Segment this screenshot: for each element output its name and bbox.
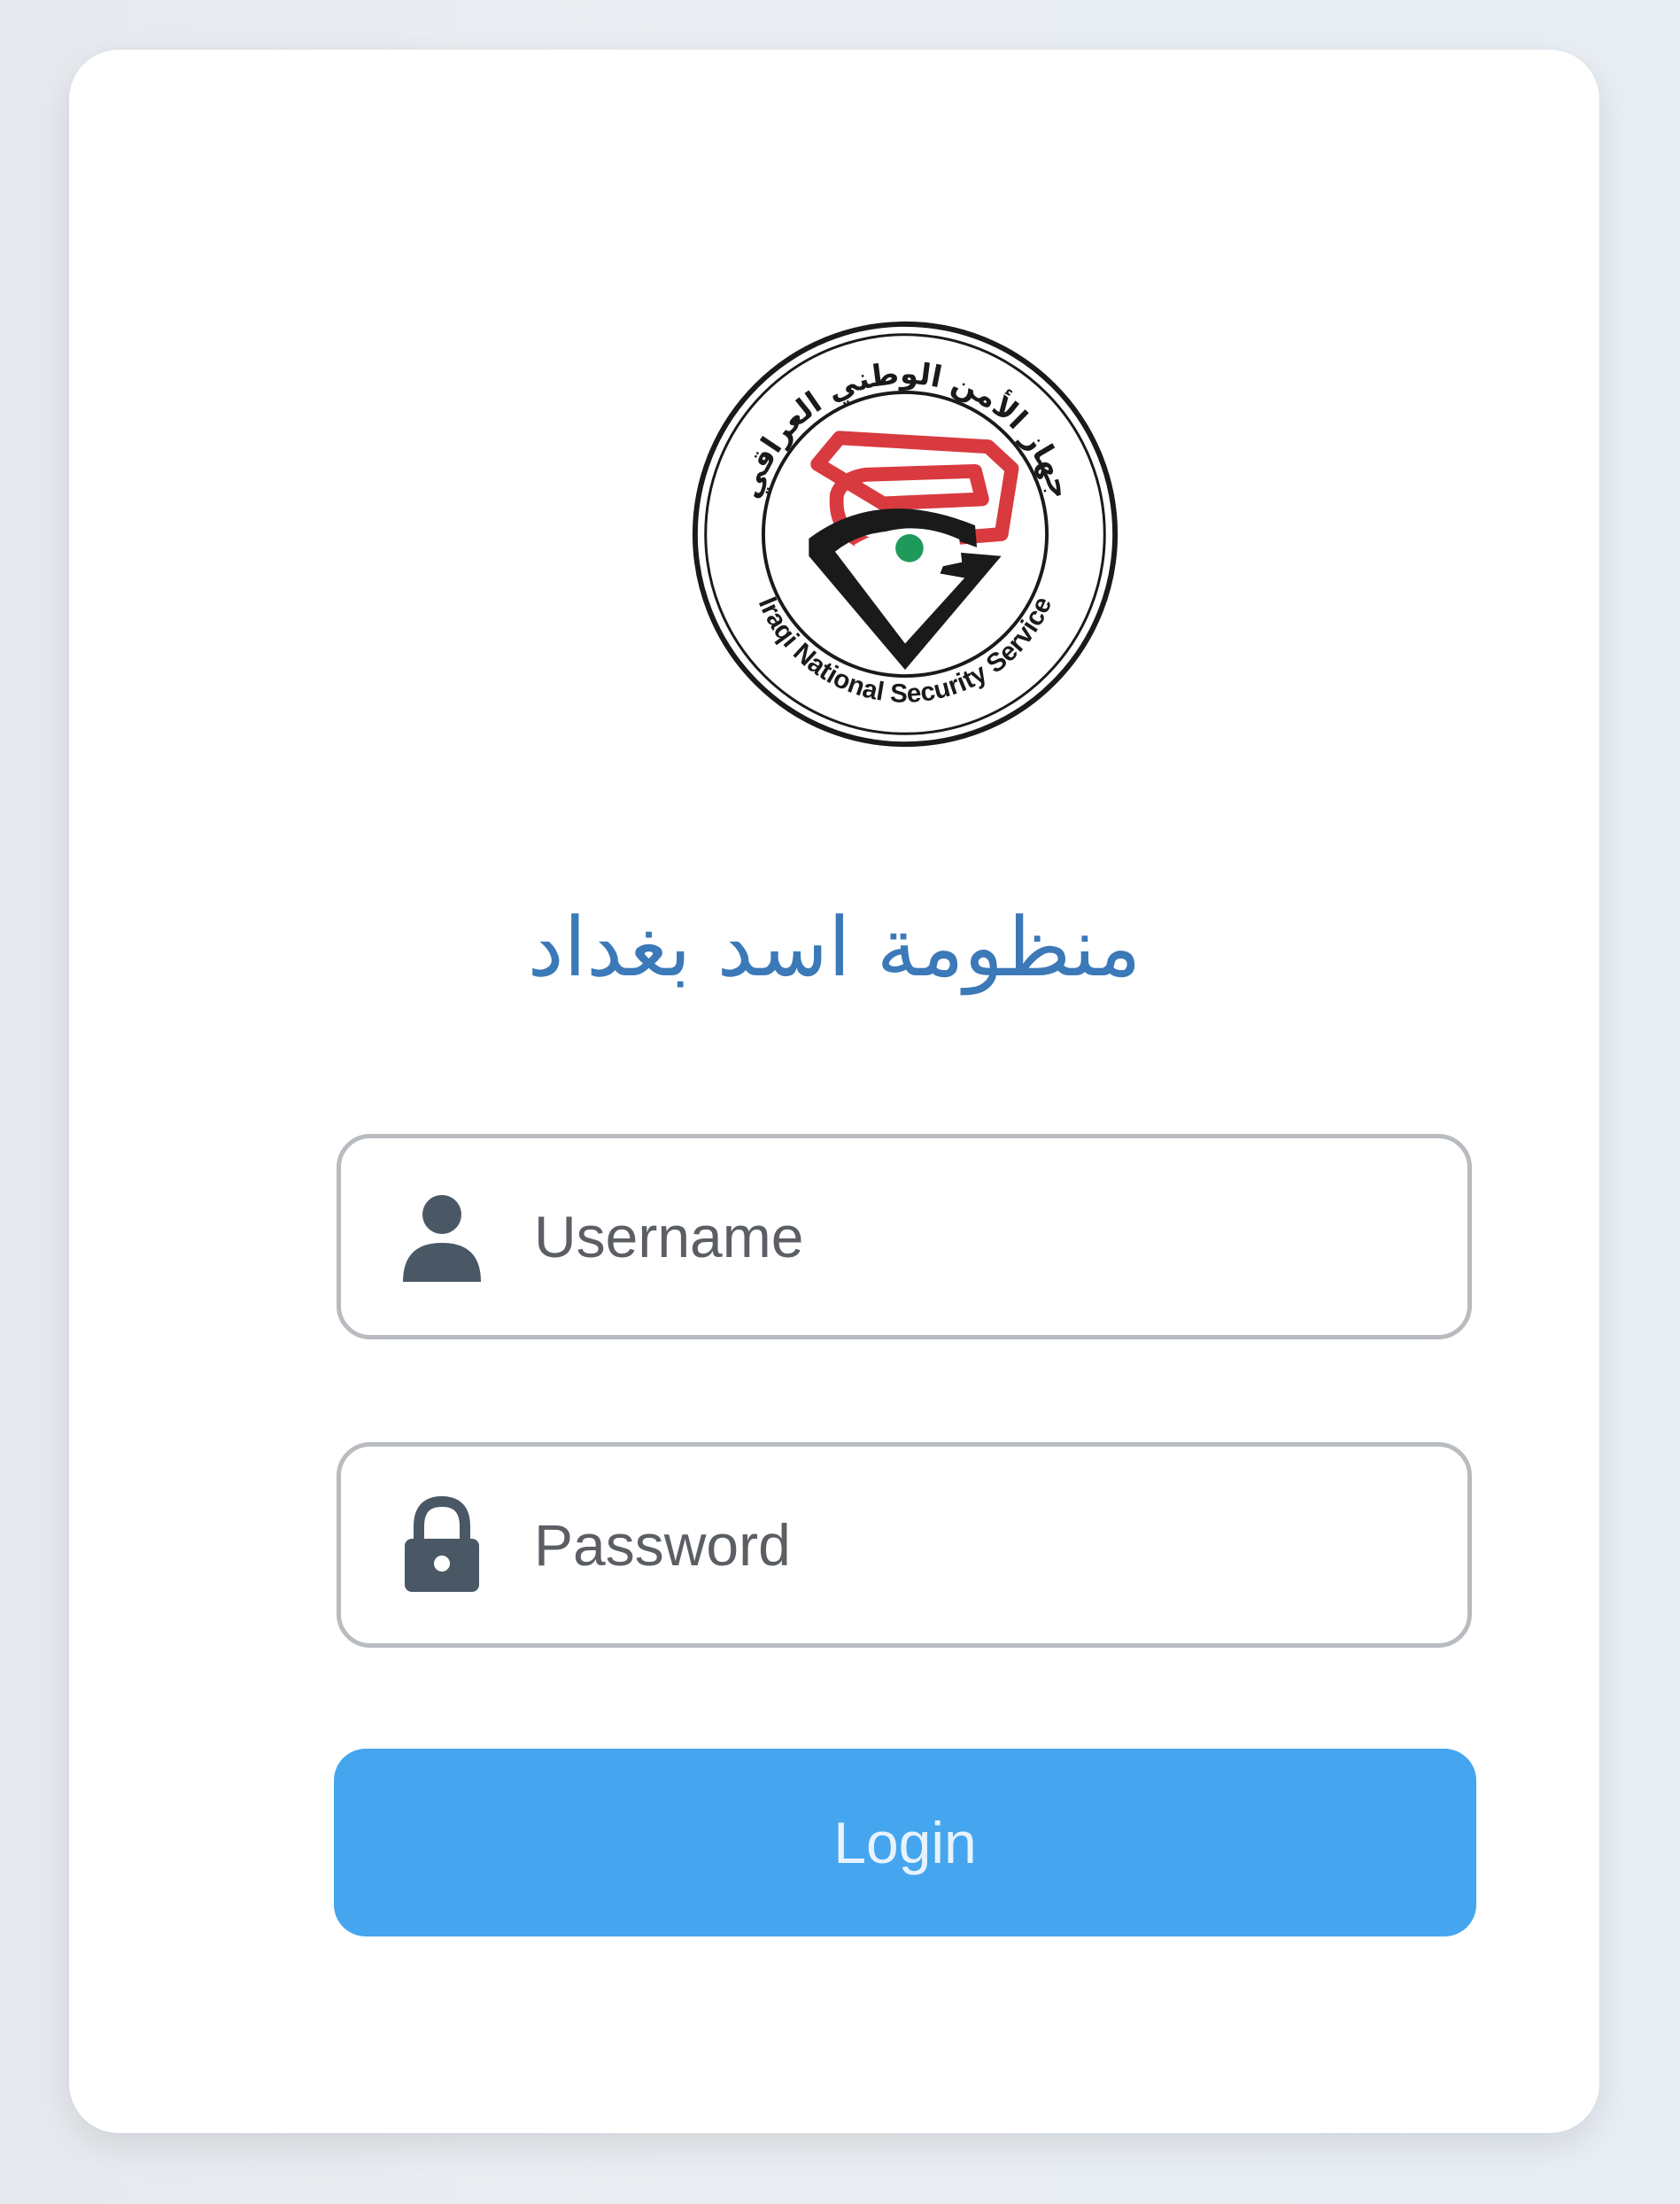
lock-icon: [399, 1496, 484, 1594]
system-title: منظومة اسد بغداد: [527, 900, 1142, 995]
username-field[interactable]: [337, 1134, 1472, 1339]
username-input[interactable]: [534, 1138, 1420, 1335]
agency-logo: جهاز الأمن الوطني العراقي Iraqi National…: [686, 315, 1124, 753]
login-button[interactable]: Login: [334, 1749, 1476, 1936]
password-input[interactable]: [534, 1447, 1420, 1643]
password-field[interactable]: [337, 1442, 1472, 1648]
user-icon: [399, 1188, 484, 1285]
login-card: جهاز الأمن الوطني العراقي Iraqi National…: [69, 50, 1599, 2133]
